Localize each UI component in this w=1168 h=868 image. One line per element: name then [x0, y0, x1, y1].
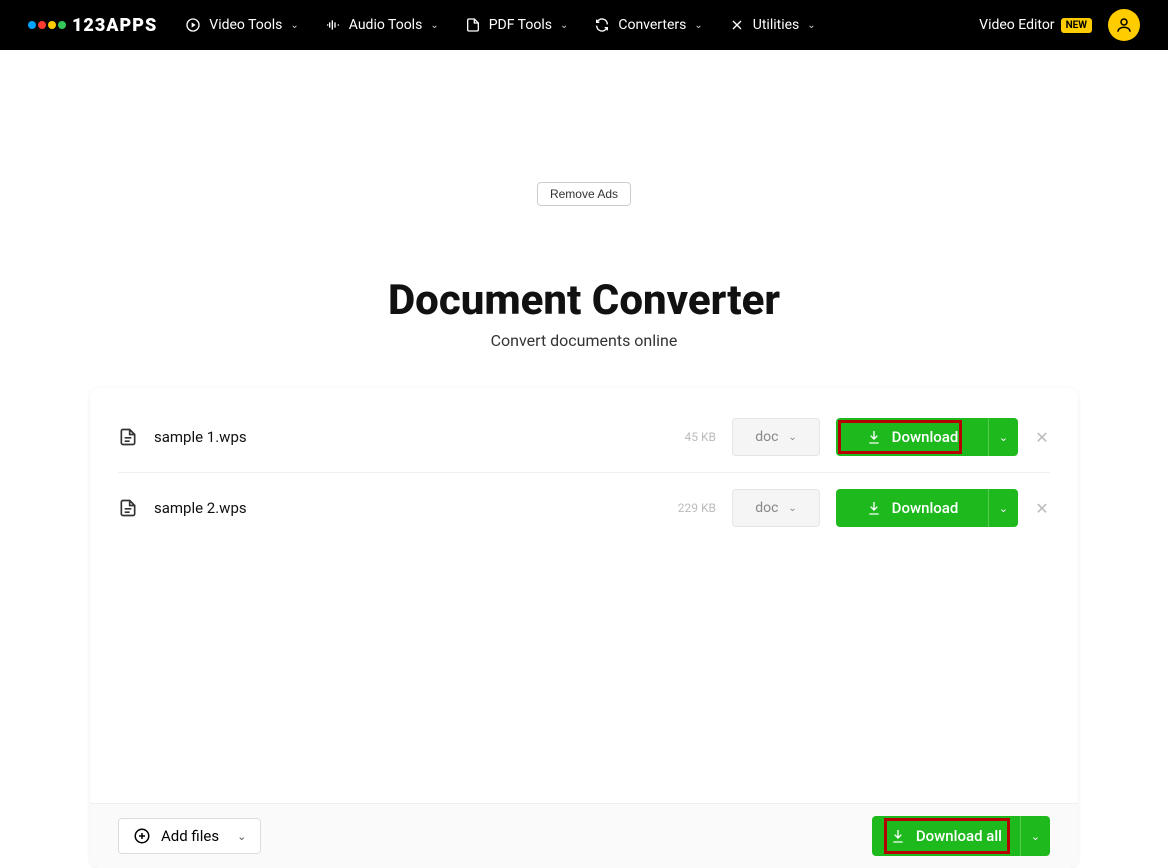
nav-label: Audio Tools: [349, 17, 423, 33]
new-badge: NEW: [1061, 18, 1092, 33]
converter-panel: sample 1.wps 45 KB doc ⌄ Download ⌄ ✕ sa…: [90, 388, 1078, 868]
tools-icon: [729, 17, 745, 33]
nav-label: Video Tools: [209, 17, 282, 33]
document-icon: [118, 427, 138, 447]
chevron-down-icon: ⌄: [694, 20, 702, 31]
format-value: doc: [755, 500, 778, 516]
chevron-down-icon: ⌄: [807, 20, 815, 31]
audio-wave-icon: [325, 17, 341, 33]
nav-label: Utilities: [753, 17, 800, 33]
download-all-label: Download all: [916, 827, 1002, 845]
download-dropdown[interactable]: ⌄: [988, 489, 1018, 527]
file-size: 45 KB: [656, 430, 716, 444]
document-icon: [118, 498, 138, 518]
download-label: Download: [892, 428, 959, 446]
page-subtitle: Convert documents online: [0, 331, 1168, 350]
format-value: doc: [755, 429, 778, 445]
video-editor-label: Video Editor: [979, 17, 1054, 33]
file-row: sample 2.wps 229 KB doc ⌄ Download ⌄ ✕: [118, 473, 1050, 543]
format-select[interactable]: doc ⌄: [732, 418, 820, 456]
file-size: 229 KB: [656, 501, 716, 515]
remove-button[interactable]: ✕: [1034, 499, 1050, 518]
nav-label: PDF Tools: [489, 17, 552, 33]
chevron-down-icon: ⌄: [788, 503, 796, 514]
panel-footer: Add files ⌄ Download all ⌄: [90, 803, 1078, 868]
download-icon: [866, 500, 882, 516]
logo[interactable]: 123APPS: [28, 15, 157, 36]
download-dropdown[interactable]: ⌄: [988, 418, 1018, 456]
refresh-icon: [594, 17, 610, 33]
remove-ads-row: Remove Ads: [0, 182, 1168, 206]
nav-video-tools[interactable]: Video Tools ⌄: [185, 17, 299, 33]
header-right: Video Editor NEW: [979, 9, 1140, 41]
download-label: Download: [892, 499, 959, 517]
nav-converters[interactable]: Converters ⌄: [594, 17, 702, 33]
format-select[interactable]: doc ⌄: [732, 489, 820, 527]
user-avatar[interactable]: [1108, 9, 1140, 41]
download-all-dropdown[interactable]: ⌄: [1020, 816, 1050, 856]
file-name: sample 2.wps: [154, 499, 640, 517]
plus-circle-icon: [133, 827, 151, 845]
file-list: sample 1.wps 45 KB doc ⌄ Download ⌄ ✕ sa…: [90, 388, 1078, 543]
chevron-down-icon: ⌄: [290, 20, 298, 31]
download-icon: [890, 828, 906, 844]
download-main: Download: [836, 428, 988, 446]
remove-ads-button[interactable]: Remove Ads: [537, 182, 631, 206]
chevron-down-icon: ⌄: [430, 20, 438, 31]
add-files-label: Add files: [161, 827, 219, 845]
chevron-down-icon: ⌄: [560, 20, 568, 31]
file-icon: [465, 17, 481, 33]
download-all-button[interactable]: Download all ⌄: [872, 816, 1050, 856]
chevron-down-icon: ⌄: [788, 432, 796, 443]
nav-audio-tools[interactable]: Audio Tools ⌄: [325, 17, 439, 33]
download-main: Download: [836, 499, 988, 517]
video-editor-link[interactable]: Video Editor NEW: [979, 17, 1092, 33]
logo-dots-icon: [28, 21, 66, 29]
chevron-down-icon: ⌄: [237, 830, 246, 843]
remove-button[interactable]: ✕: [1034, 428, 1050, 447]
download-button[interactable]: Download ⌄: [836, 418, 1018, 456]
download-all-main: Download all: [872, 827, 1020, 845]
download-button[interactable]: Download ⌄: [836, 489, 1018, 527]
logo-text: 123APPS: [72, 15, 157, 36]
download-icon: [866, 429, 882, 445]
nav-pdf-tools[interactable]: PDF Tools ⌄: [465, 17, 569, 33]
add-files-button[interactable]: Add files ⌄: [118, 818, 261, 854]
main-nav: Video Tools ⌄ Audio Tools ⌄ PDF Tools ⌄ …: [185, 17, 979, 33]
app-header: 123APPS Video Tools ⌄ Audio Tools ⌄ PDF …: [0, 0, 1168, 50]
play-circle-icon: [185, 17, 201, 33]
nav-utilities[interactable]: Utilities ⌄: [729, 17, 816, 33]
file-name: sample 1.wps: [154, 428, 640, 446]
nav-label: Converters: [618, 17, 686, 33]
file-row: sample 1.wps 45 KB doc ⌄ Download ⌄ ✕: [118, 402, 1050, 473]
user-icon: [1115, 16, 1133, 34]
page-title: Document Converter: [0, 276, 1168, 325]
title-block: Document Converter Convert documents onl…: [0, 276, 1168, 350]
